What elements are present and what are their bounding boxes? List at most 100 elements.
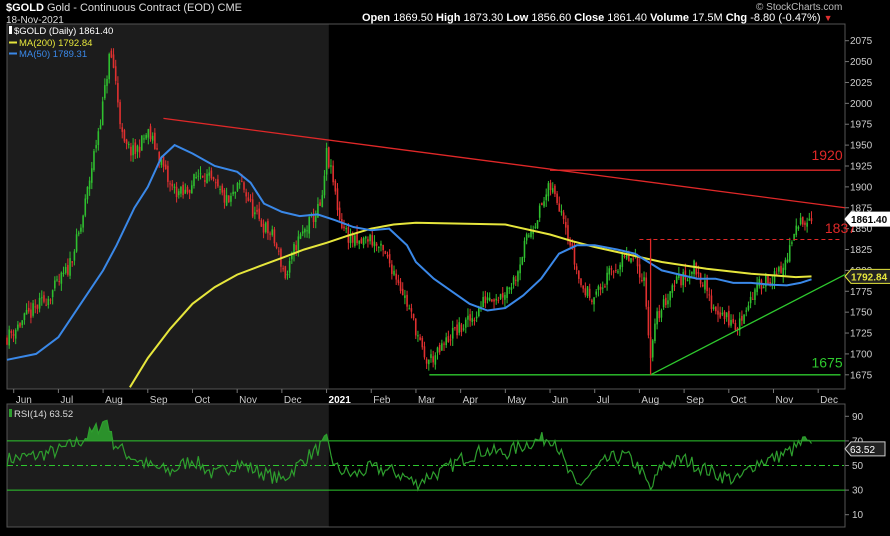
candle-body xyxy=(595,291,598,295)
candle-body xyxy=(447,336,450,343)
candle-body xyxy=(332,165,334,183)
candle-body xyxy=(378,246,380,249)
candle-body xyxy=(701,284,704,287)
candle-body xyxy=(588,288,591,298)
candle-body xyxy=(14,329,17,339)
candle-body xyxy=(704,280,706,290)
candle-body xyxy=(138,146,141,153)
candle-body xyxy=(210,170,213,179)
candle-body xyxy=(323,175,326,196)
candle-body xyxy=(206,173,208,184)
y-tick-label: 2050 xyxy=(850,57,873,68)
y-tick-label: 1900 xyxy=(850,182,873,193)
candle-body xyxy=(171,183,174,187)
candle-body xyxy=(715,306,717,312)
candle-body xyxy=(658,310,661,319)
candle-body xyxy=(295,245,297,250)
rsi-tick-label: 90 xyxy=(852,412,864,423)
candle-body xyxy=(580,278,582,286)
candle-body xyxy=(691,271,693,274)
y-tick-label: 1700 xyxy=(850,349,873,360)
candle-body xyxy=(436,347,439,353)
candle-body xyxy=(338,207,341,220)
candle-body xyxy=(504,294,506,300)
candle-body xyxy=(673,285,676,287)
candle-body xyxy=(808,218,811,221)
candle-body xyxy=(510,287,513,290)
candle-body xyxy=(784,260,787,270)
candle-body xyxy=(245,192,247,197)
candle-body xyxy=(508,287,511,289)
x-tick-label: Apr xyxy=(463,395,479,406)
candle-body xyxy=(204,180,206,182)
candle-body xyxy=(775,273,778,275)
candle-body xyxy=(801,216,804,225)
candle-body xyxy=(201,175,204,178)
candle-body xyxy=(151,135,154,141)
candle-body xyxy=(184,189,187,194)
candle-body xyxy=(258,208,261,219)
candle-body xyxy=(519,264,521,274)
candle-body xyxy=(330,165,332,167)
candle-body xyxy=(491,299,493,302)
x-tick-label: May xyxy=(507,395,526,406)
candle-body xyxy=(306,230,308,232)
candle-body xyxy=(562,212,565,220)
candle-body xyxy=(154,132,156,149)
candle-body xyxy=(414,318,417,336)
candle-body xyxy=(636,256,639,267)
candle-body xyxy=(449,339,452,341)
candle-body xyxy=(610,268,613,270)
chart-area[interactable]: 1675170017251750177518001825185018751900… xyxy=(0,0,890,536)
candle-body xyxy=(497,299,500,301)
candle-body xyxy=(525,234,528,241)
candle-body xyxy=(62,272,65,275)
candle-body xyxy=(591,300,593,303)
candle-body xyxy=(23,313,26,321)
candle-body xyxy=(430,354,432,358)
candle-body xyxy=(608,268,611,275)
candle-body xyxy=(499,294,502,300)
candle-body xyxy=(371,235,374,246)
candle-body xyxy=(441,343,443,351)
candle-body xyxy=(623,255,626,257)
candle-body xyxy=(191,185,193,194)
y-tick-label: 1975 xyxy=(850,120,873,131)
candle-body xyxy=(182,184,184,196)
x-tick-label: Oct xyxy=(194,395,210,406)
candle-body xyxy=(462,328,465,330)
candle-body xyxy=(69,258,71,276)
candle-body xyxy=(45,304,47,306)
legend-entry: MA(50) 1789.31 xyxy=(19,49,87,60)
candle-body xyxy=(288,260,291,273)
candle-body xyxy=(443,343,445,345)
candle-body xyxy=(719,312,721,318)
candle-body xyxy=(558,203,561,212)
candle-body xyxy=(325,147,328,175)
candle-body xyxy=(617,271,619,273)
candle-body xyxy=(286,274,289,276)
y-tick-label: 1725 xyxy=(850,329,873,340)
candle-body xyxy=(632,258,634,260)
candle-body xyxy=(795,225,798,235)
candle-body xyxy=(277,250,280,252)
candle-body xyxy=(747,305,750,310)
candle-body xyxy=(256,209,258,212)
candle-body xyxy=(193,174,195,187)
candle-body xyxy=(730,319,732,326)
candle-body xyxy=(612,271,615,273)
candle-body xyxy=(549,182,552,191)
candle-body xyxy=(593,297,595,305)
candle-body xyxy=(249,199,252,201)
y-tick-label: 1750 xyxy=(850,308,873,319)
x-tick-label: Sep xyxy=(686,395,704,406)
candle-body xyxy=(136,145,139,152)
candle-body xyxy=(8,329,10,346)
candle-body xyxy=(175,186,178,198)
candle-body xyxy=(456,324,458,336)
x-tick-label: Dec xyxy=(284,395,302,406)
rsi-tick-label: 10 xyxy=(852,510,864,521)
candle-body xyxy=(130,146,132,156)
candle-body xyxy=(543,201,545,207)
candle-body xyxy=(212,177,215,180)
